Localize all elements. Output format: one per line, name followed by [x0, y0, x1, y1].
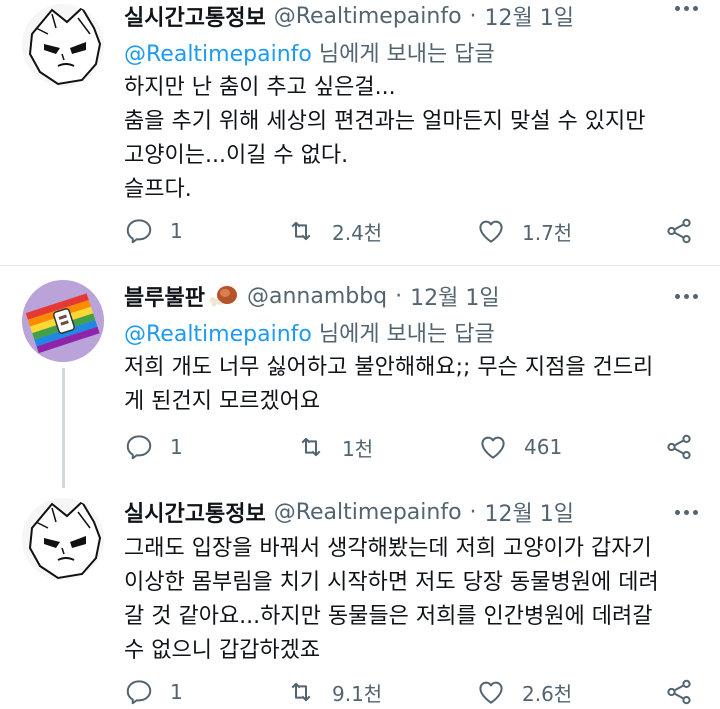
share-icon [667, 679, 691, 705]
tweet-text: 저희 개도 너무 싫어하고 불안해해요;; 무슨 지점을 건드리 게 된건지 모… [124, 351, 698, 419]
user-handle[interactable]: @annambbq [247, 284, 387, 309]
retweet-count: 1천 [342, 436, 374, 461]
reply-icon [126, 680, 152, 705]
separator-dot: · [469, 3, 477, 29]
cartoon-face-avatar-icon [22, 4, 104, 86]
tweet-text-line: 슬프다. [124, 177, 192, 202]
reply-button[interactable]: 1 [124, 431, 183, 463]
share-button[interactable] [664, 431, 694, 463]
separator-dot: · [395, 283, 403, 309]
avatar[interactable] [22, 498, 104, 580]
tweet-text: 하지만 난 춤이 추고 싶은걸... 춤을 추기 위해 세상의 편견과는 얼마든… [124, 71, 698, 207]
cartoon-face-avatar-icon [22, 498, 104, 580]
tweet[interactable]: 블루불판 @annambbq · 12월 1일 @Realtimepainfo … [0, 266, 720, 488]
rainbow-flag-avatar-icon [22, 280, 104, 362]
reply-mention-link[interactable]: @Realtimepainfo [124, 42, 312, 67]
separator-dot: · [469, 499, 477, 525]
retweet-count: 9.1천 [332, 681, 383, 706]
like-count: 1.7천 [522, 220, 573, 245]
reply-count: 1 [170, 680, 183, 704]
tweet-text-line: 그래도 입장을 바꿔서 생각해봤는데 저희 고양이가 갑자기 [124, 536, 652, 561]
share-icon [667, 218, 691, 244]
tweet[interactable]: 실시간고통정보 @Realtimepainfo · 12월 1일 @Realti… [0, 0, 720, 266]
avatar[interactable] [22, 4, 104, 86]
reply-button[interactable]: 1 [124, 676, 183, 708]
reply-count: 1 [170, 219, 183, 243]
reply-suffix: 님에게 보내는 답글 [311, 42, 495, 67]
retweet-count: 2.4천 [332, 220, 383, 245]
more-options-icon[interactable] [675, 6, 698, 11]
reply-suffix: 님에게 보내는 답글 [311, 322, 495, 347]
display-name[interactable]: 실시간고통정보 [124, 0, 266, 32]
retweet-button[interactable]: 9.1천 [286, 676, 382, 708]
action-bar: 1 2.4천 1.7천 [124, 215, 700, 247]
action-bar: 1 9.1천 2.6천 [124, 676, 700, 708]
tweet-date[interactable]: 12월 1일 [410, 280, 499, 312]
tweet-date[interactable]: 12월 1일 [485, 0, 574, 32]
heart-icon [481, 436, 505, 459]
tweet-text-line: 갈 것 같아요...하지만 동물들은 저희를 인간병원에 데려갈 [124, 604, 653, 629]
like-count: 461 [524, 435, 563, 459]
like-button[interactable]: 461 [478, 431, 562, 463]
retweet-icon [301, 437, 321, 457]
display-name[interactable]: 실시간고통정보 [124, 496, 266, 528]
like-button[interactable]: 2.6천 [476, 676, 572, 708]
reply-mention-link[interactable]: @Realtimepainfo [124, 322, 312, 347]
reply-icon [126, 435, 152, 460]
user-handle[interactable]: @Realtimepainfo [274, 500, 462, 525]
replying-to: @Realtimepainfo 님에게 보내는 답글 [124, 36, 495, 68]
heart-icon [479, 681, 503, 704]
tweet-text-line: 이상한 몸부림을 치기 시작하면 저도 당장 동물병원에 데려 [124, 570, 659, 595]
retweet-button[interactable]: 2.4천 [286, 215, 382, 247]
more-options-icon[interactable] [675, 294, 698, 299]
share-button[interactable] [664, 215, 694, 247]
tweet-text-line: 하지만 난 춤이 추고 싶은걸... [124, 75, 396, 100]
like-count: 2.6천 [522, 681, 573, 706]
retweet-icon [291, 221, 311, 241]
user-handle[interactable]: @Realtimepainfo [274, 4, 462, 29]
reply-count: 1 [170, 435, 183, 459]
share-icon [667, 434, 691, 460]
tweet-date[interactable]: 12월 1일 [485, 496, 574, 528]
reply-button[interactable]: 1 [124, 215, 183, 247]
reply-icon [126, 219, 152, 244]
display-name[interactable]: 블루불판 [124, 280, 205, 312]
thread-line [62, 368, 65, 488]
heart-icon [479, 220, 503, 243]
retweet-icon [291, 682, 311, 702]
replying-to: @Realtimepainfo 님에게 보내는 답글 [124, 316, 495, 348]
tweet-text: 그래도 입장을 바꿔서 생각해봤는데 저희 고양이가 갑자기 이상한 몸부림을 … [124, 532, 698, 668]
more-options-icon[interactable] [675, 510, 698, 515]
tweet-text-line: 저희 개도 너무 싫어하고 불안해해요;; 무슨 지점을 건드리 [124, 355, 654, 380]
action-bar: 1 1천 461 [124, 431, 700, 463]
like-button[interactable]: 1.7천 [476, 215, 572, 247]
tweet[interactable]: 실시간고통정보 @Realtimepainfo · 12월 1일 그래도 입장을… [0, 488, 720, 709]
retweet-button[interactable]: 1천 [296, 431, 373, 463]
tweet-text-line: 고양이는...이길 수 없다. [124, 143, 349, 168]
share-button[interactable] [664, 676, 694, 708]
avatar[interactable] [22, 280, 104, 362]
meat-on-bone-icon [209, 286, 237, 307]
tweet-text-line: 수 없으니 갑갑하겠죠 [124, 638, 321, 663]
tweet-text-line: 게 된건지 모르겠어요 [124, 389, 321, 414]
tweet-text-line: 춤을 추기 위해 세상의 편견과는 얼마든지 맞설 수 있지만 [124, 109, 646, 134]
